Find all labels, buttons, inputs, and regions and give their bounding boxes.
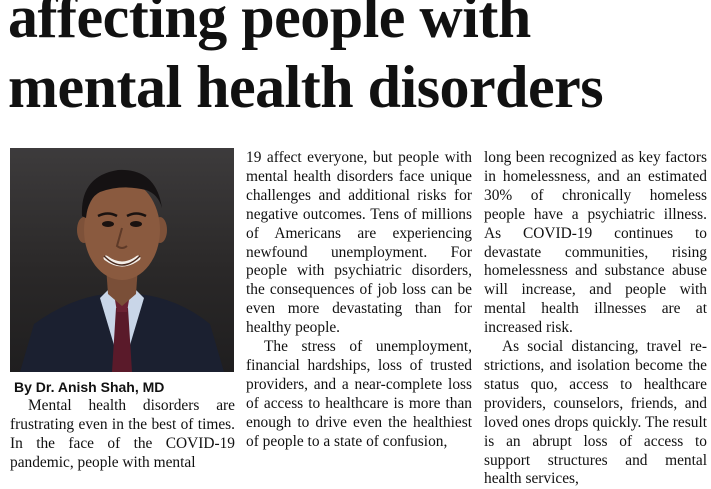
article-paragraph: 19 affect everyone, but people with ment… xyxy=(246,149,472,337)
headline-line-2: mental health disorders xyxy=(8,54,604,120)
article-column-1: Mental health disorders are frustrating … xyxy=(10,397,235,473)
article-column-3: long been recognized as key fac­tors in … xyxy=(484,149,707,489)
article-column-2: 19 affect everyone, but people with ment… xyxy=(246,149,472,452)
author-portrait-image xyxy=(20,169,224,372)
article-paragraph: The stress of unemployment, financial ha… xyxy=(246,338,472,450)
author-photo xyxy=(10,148,234,372)
headline: affecting people with mental health diso… xyxy=(8,0,708,122)
article-paragraph: As social distancing, travel re­strictio… xyxy=(484,338,707,488)
article-paragraph: long been recognized as key fac­tors in … xyxy=(484,149,707,337)
headline-line-1: affecting people with xyxy=(8,0,531,50)
author-byline: By Dr. Anish Shah, MD xyxy=(14,379,165,395)
article-paragraph: Mental health disorders are frustrating … xyxy=(10,397,235,471)
